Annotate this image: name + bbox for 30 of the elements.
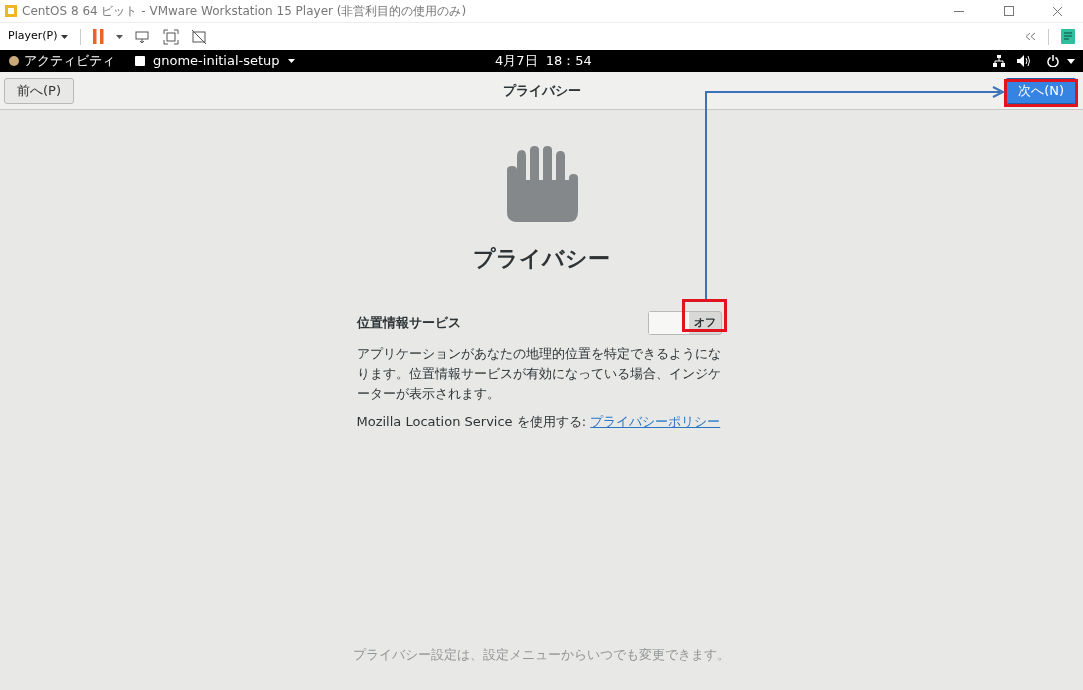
activities-button[interactable]: アクティビティ [8,51,115,71]
caret-icon [287,59,295,63]
caret-icon[interactable] [1067,58,1075,64]
header-title: プライバシー [502,81,581,100]
app-menu[interactable]: gnome-initial-setup [135,51,295,71]
caret-icon[interactable] [116,34,124,39]
power-icon[interactable] [1047,55,1059,67]
network-icon[interactable] [993,55,1005,67]
description-text: アプリケーションがあなたの地理的位置を特定できるようになります。位置情報サービスが有効になっている場合、インジケーターが表示されます。 [356,345,722,403]
window-title: CentOS 8 64 ビット - VMware Workstation 15 Player (非営利目的の使用のみ) [22,3,467,20]
caret-icon [61,34,69,39]
close-icon[interactable] [1052,5,1063,17]
devices-icon[interactable] [135,28,152,45]
unity-icon[interactable] [191,28,208,45]
clock[interactable]: 4月7日 18：54 [495,51,592,71]
volume-icon[interactable] [1017,55,1031,67]
mozilla-text: Mozilla Location Service を使用する: [356,413,588,431]
app-logo-icon [4,4,18,18]
pause-icon[interactable] [93,29,105,44]
page-heading: プライバシー [473,245,610,273]
player-menu[interactable]: Player(P) [8,28,69,45]
hand-icon [504,146,579,222]
fullscreen-icon[interactable] [163,28,180,45]
highlight-frame [682,299,727,332]
collapse-icon[interactable] [1025,33,1036,40]
footer-note: プライバシー設定は、設定メニューからいつでも変更できます。 [353,645,730,664]
back-button[interactable]: 前へ(P) [4,77,74,104]
privacy-policy-link[interactable]: プライバシーポリシー [590,412,721,432]
setting-label: 位置情報サービス [356,314,461,333]
minimize-button[interactable] [954,10,964,12]
